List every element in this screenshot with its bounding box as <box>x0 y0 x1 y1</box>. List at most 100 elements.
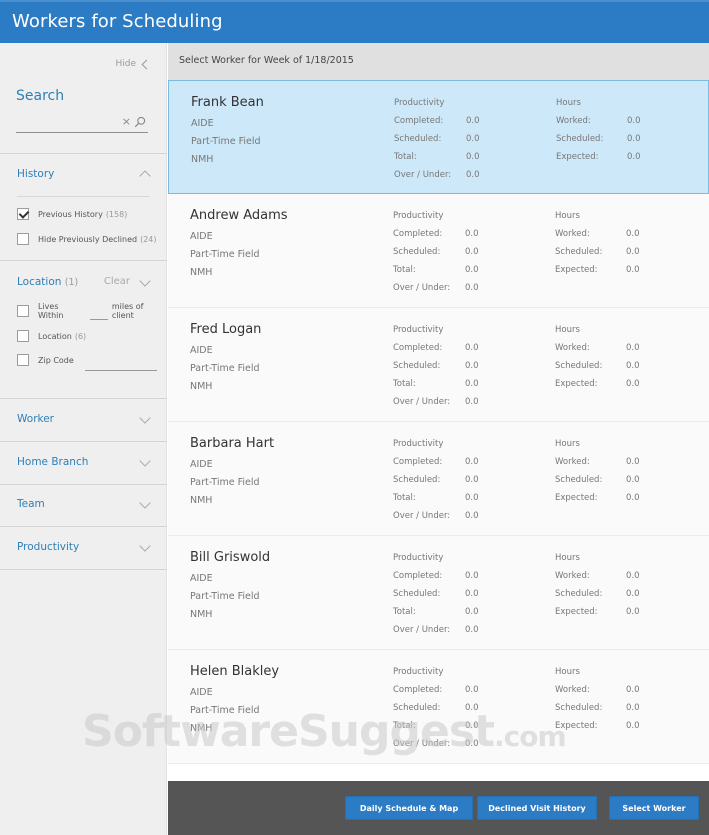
zip-code-option[interactable]: Zip Code <box>17 353 157 371</box>
hours-value: 0.0 <box>626 265 640 275</box>
location-count: (1) <box>64 277 79 288</box>
lives-within-checkbox[interactable] <box>17 305 29 317</box>
option-label: Lives Within <box>38 302 64 320</box>
history-section-header[interactable]: History <box>0 155 167 195</box>
worker-card[interactable]: Frank Bean AIDE Part-Time Field NMH Producti… <box>168 80 709 194</box>
productivity-label: Total: <box>393 379 416 389</box>
hours-label: Scheduled: <box>555 361 603 371</box>
chevron-down-icon <box>139 275 151 287</box>
productivity-section-header[interactable]: Productivity <box>0 528 167 568</box>
productivity-value: 0.0 <box>465 457 479 467</box>
hours-label: Worked: <box>556 116 591 126</box>
filter-sidebar: Hide Search × History Previous History (… <box>0 43 167 835</box>
worker-card[interactable]: Helen Blakley AIDE Part-Time Field NMH Produ… <box>168 650 709 764</box>
hours-value: 0.0 <box>626 475 640 485</box>
worker-list-panel: Select Worker for Week of 1/18/2015 Fran… <box>168 43 709 781</box>
option-label: Location <box>38 331 72 341</box>
search-icon[interactable] <box>134 116 146 128</box>
hide-sidebar-button[interactable]: Hide <box>115 59 152 69</box>
worker-role: AIDE <box>190 231 213 242</box>
productivity-value: 0.0 <box>465 571 479 581</box>
worker-card[interactable]: Barbara Hart AIDE Part-Time Field NMH Produc… <box>168 422 709 536</box>
app-header: Workers for Scheduling <box>0 0 709 43</box>
productivity-value: 0.0 <box>465 361 479 371</box>
location-checkbox[interactable] <box>17 330 29 342</box>
divider <box>0 398 167 399</box>
option-label: Hide Previously Declined <box>38 234 138 244</box>
worker-card[interactable]: Fred Logan AIDE Part-Time Field NMH Producti… <box>168 308 709 422</box>
productivity-value: 0.0 <box>466 134 480 144</box>
hours-label: Scheduled: <box>555 589 603 599</box>
worker-role: AIDE <box>190 459 213 470</box>
zip-code-checkbox[interactable] <box>17 354 29 366</box>
hours-value: 0.0 <box>626 589 640 599</box>
productivity-value: 0.0 <box>465 397 479 407</box>
productivity-label: Total: <box>393 493 416 503</box>
productivity-value: 0.0 <box>466 152 480 162</box>
worker-card[interactable]: Andrew Adams AIDE Part-Time Field NMH Produc… <box>168 194 709 308</box>
hours-value: 0.0 <box>626 361 640 371</box>
worker-employment-type: Part-Time Field <box>190 477 260 488</box>
worker-section-header[interactable]: Worker <box>0 400 167 440</box>
productivity-label: Total: <box>394 152 417 162</box>
home-branch-section-header[interactable]: Home Branch <box>0 443 167 483</box>
hide-declined-checkbox[interactable] <box>17 233 29 245</box>
worker-role: AIDE <box>190 573 213 584</box>
hours-value: 0.0 <box>626 343 640 353</box>
productivity-value: 0.0 <box>465 589 479 599</box>
chevron-down-icon <box>139 412 151 424</box>
team-section-header[interactable]: Team <box>0 485 167 525</box>
hours-label: Worked: <box>555 457 590 467</box>
worker-employment-type: Part-Time Field <box>190 249 260 260</box>
hours-label: Expected: <box>555 607 598 617</box>
hours-label: Worked: <box>555 685 590 695</box>
option-label: Zip Code <box>38 355 74 365</box>
productivity-label: Over / Under: <box>393 625 451 635</box>
hours-value: 0.0 <box>626 685 640 695</box>
clear-location-button[interactable]: Clear <box>104 276 130 287</box>
hours-label: Worked: <box>555 343 590 353</box>
productivity-label: Completed: <box>393 571 443 581</box>
worker-branch: NMH <box>190 495 213 506</box>
worker-employment-type: Part-Time Field <box>190 591 260 602</box>
search-input[interactable] <box>16 113 120 132</box>
app-title: Workers for Scheduling <box>12 11 223 32</box>
productivity-value: 0.0 <box>466 116 480 126</box>
hours-label: Expected: <box>555 265 598 275</box>
section-label: Home Branch <box>17 456 89 468</box>
productivity-label: Total: <box>393 265 416 275</box>
zip-code-input[interactable] <box>84 359 157 371</box>
select-worker-button[interactable]: Select Worker <box>609 796 699 820</box>
clear-search-icon[interactable]: × <box>122 115 131 128</box>
productivity-label: Scheduled: <box>394 134 442 144</box>
productivity-header: Productivity <box>393 211 444 221</box>
worker-role: AIDE <box>191 118 214 129</box>
hide-declined-option[interactable]: Hide Previously Declined (24) <box>17 232 157 246</box>
worker-branch: NMH <box>190 381 213 392</box>
location-option[interactable]: Location (6) <box>17 329 86 343</box>
chevron-left-icon <box>141 59 152 69</box>
worker-name: Helen Blakley <box>190 664 280 679</box>
worker-name: Frank Bean <box>191 95 264 110</box>
hours-value: 0.0 <box>626 457 640 467</box>
hours-header: Hours <box>555 325 580 335</box>
previous-history-checkbox[interactable] <box>17 208 29 220</box>
hours-value: 0.0 <box>627 134 641 144</box>
worker-card[interactable]: Bill Griswold AIDE Part-Time Field NMH Produ… <box>168 536 709 650</box>
productivity-label: Completed: <box>393 343 443 353</box>
worker-name: Fred Logan <box>190 322 262 337</box>
worker-name: Barbara Hart <box>190 436 275 451</box>
lives-within-option[interactable]: Lives Within miles of client <box>17 302 166 320</box>
productivity-value: 0.0 <box>465 343 479 353</box>
option-label: Previous History <box>38 209 103 219</box>
hours-label: Expected: <box>555 721 598 731</box>
worker-branch: NMH <box>191 154 214 165</box>
location-section-header[interactable]: Location (1) Clear <box>0 263 167 303</box>
miles-input[interactable] <box>89 308 108 320</box>
worker-employment-type: Part-Time Field <box>190 705 260 716</box>
previous-history-option[interactable]: Previous History (158) <box>17 207 127 221</box>
hours-value: 0.0 <box>626 721 640 731</box>
hours-value: 0.0 <box>626 571 640 581</box>
declined-visit-history-button[interactable]: Declined Visit History <box>477 796 597 820</box>
daily-schedule-map-button[interactable]: Daily Schedule & Map <box>345 796 473 820</box>
